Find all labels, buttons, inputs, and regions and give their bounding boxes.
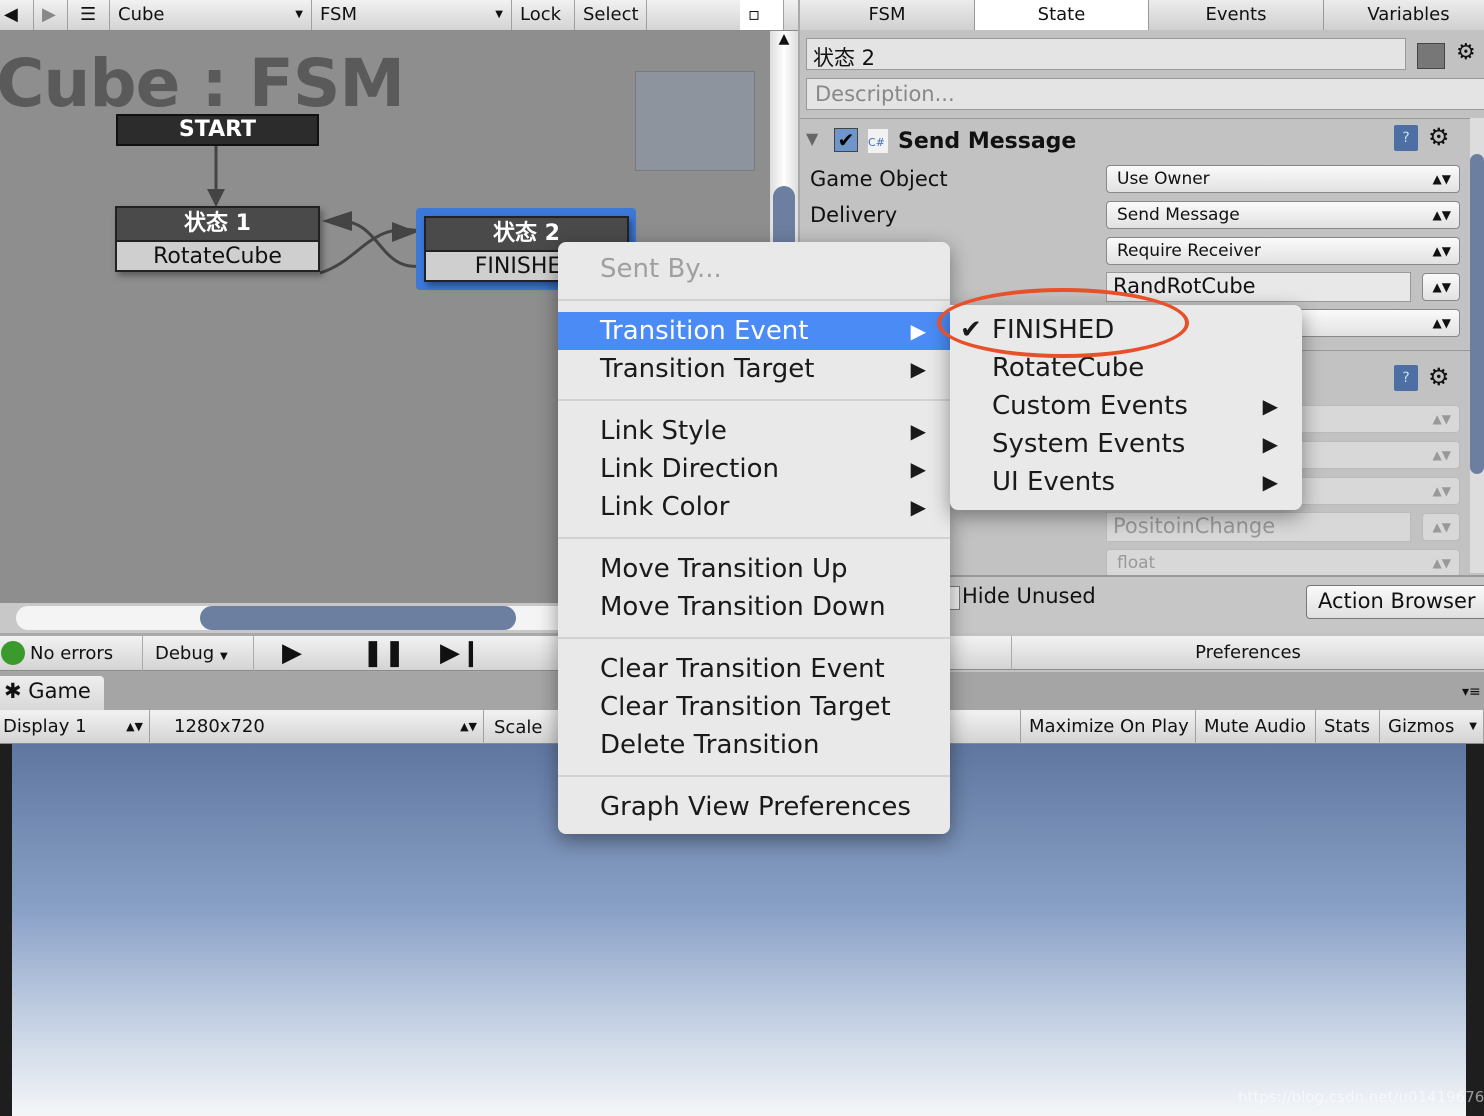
submenu-item-custom-events[interactable]: Custom Events ▶ bbox=[950, 387, 1302, 425]
submenu-item-ui-events[interactable]: UI Events ▶ bbox=[950, 463, 1302, 501]
tab-state[interactable]: State bbox=[975, 0, 1149, 30]
inspector-scrollbar[interactable] bbox=[1470, 118, 1484, 573]
tab-events[interactable]: Events bbox=[1149, 0, 1324, 30]
game-icon: ✱ bbox=[4, 679, 22, 703]
debug-dropdown[interactable]: Debug ▼ bbox=[142, 636, 254, 671]
state-color-swatch[interactable] bbox=[1417, 43, 1445, 69]
csharp-script-icon: C# bbox=[868, 129, 888, 153]
state-name-field[interactable]: 状态 2 bbox=[806, 38, 1406, 70]
fsm-select[interactable]: FSM ▼ bbox=[312, 0, 512, 30]
menu-item-transition-target[interactable]: Transition Target ▶ bbox=[558, 350, 950, 388]
help-book-icon[interactable]: ? bbox=[1394, 125, 1418, 151]
forward-button[interactable]: ▶ bbox=[34, 0, 68, 30]
settings-gear-icon[interactable]: ⚙ bbox=[1456, 40, 1476, 65]
menu-item-link-color[interactable]: Link Color ▶ bbox=[558, 488, 950, 526]
scale-label: Scale bbox=[494, 717, 543, 738]
pause-button[interactable]: ❚❚ bbox=[362, 638, 406, 668]
action-settings-gear-icon[interactable]: ⚙ bbox=[1428, 363, 1450, 391]
method-name-dropdown[interactable]: ▲▼ bbox=[1422, 273, 1460, 301]
fsm-toolbar: ◀ ▶ ☰ Cube ▼ FSM ▼ Lock Select ▫ bbox=[0, 0, 798, 31]
context-menu: Sent By... Transition Event ▶ Transition … bbox=[558, 242, 950, 834]
gizmos-dropdown[interactable]: Gizmos ▼ bbox=[1380, 710, 1484, 744]
panel-menu-icon[interactable]: ▾≡ bbox=[1462, 684, 1481, 700]
mute-audio-button[interactable]: Mute Audio bbox=[1196, 710, 1316, 744]
stats-button[interactable]: Stats bbox=[1316, 710, 1380, 744]
status-text: No errors bbox=[30, 643, 114, 664]
submenu-item-system-events[interactable]: System Events ▶ bbox=[950, 425, 1302, 463]
display-dropdown[interactable]: Display 1 ▲▼ bbox=[0, 710, 150, 744]
object-select[interactable]: Cube ▼ bbox=[110, 0, 312, 30]
menu-item-move-transition-down[interactable]: Move Transition Down bbox=[558, 588, 950, 626]
play-button[interactable]: ▶ bbox=[282, 638, 302, 668]
status-indicator-icon bbox=[1, 641, 25, 665]
maximize-on-play-button[interactable]: Maximize On Play bbox=[1020, 710, 1196, 744]
watermark: https://blog.csdn.net/u014196765 bbox=[1238, 1088, 1484, 1106]
action-title: Send Message bbox=[898, 129, 1077, 154]
submenu-item-rotatecube[interactable]: RotateCube bbox=[950, 349, 1302, 387]
options-dropdown[interactable]: Require Receiver ▲▼ bbox=[1106, 237, 1460, 265]
preferences-button[interactable]: Preferences bbox=[1011, 636, 1484, 670]
menu-item-link-direction[interactable]: Link Direction ▶ bbox=[558, 450, 950, 488]
menu-icon[interactable]: ☰ bbox=[68, 0, 110, 30]
param-name-dropdown[interactable]: ▲▼ bbox=[1422, 513, 1460, 541]
game-object-dropdown[interactable]: Use Owner ▲▼ bbox=[1106, 165, 1460, 193]
enabled-checkbox[interactable]: ✔ bbox=[834, 128, 858, 152]
menu-item-move-transition-up[interactable]: Move Transition Up bbox=[558, 550, 950, 588]
hide-unused-label: Hide Unused bbox=[962, 584, 1096, 608]
step-button[interactable]: ▶❙ bbox=[440, 638, 482, 668]
action-browser-button[interactable]: Action Browser bbox=[1306, 585, 1484, 619]
action-settings-gear-icon[interactable]: ⚙ bbox=[1428, 123, 1450, 151]
highlight-ellipse bbox=[937, 288, 1189, 358]
delivery-label: Delivery bbox=[810, 203, 898, 227]
action-header[interactable]: ▼ ✔ C# Send Message ? ⚙ bbox=[800, 118, 1470, 162]
hide-unused-checkbox[interactable] bbox=[950, 586, 960, 610]
back-button[interactable]: ◀ bbox=[0, 0, 34, 30]
menu-item-graph-view-preferences[interactable]: Graph View Preferences bbox=[558, 788, 950, 826]
state-node-1[interactable]: 状态 1 RotateCube bbox=[115, 206, 320, 272]
param-type-dropdown[interactable]: float ▲▼ bbox=[1106, 549, 1460, 577]
menu-item-transition-event[interactable]: Transition Event ▶ bbox=[558, 312, 950, 350]
collapse-triangle-icon[interactable]: ▼ bbox=[806, 129, 818, 148]
lock-button[interactable]: Lock bbox=[512, 0, 575, 30]
menu-item-sent-by: Sent By... bbox=[600, 254, 722, 284]
help-book-icon[interactable]: ? bbox=[1394, 365, 1418, 391]
game-object-label: Game Object bbox=[810, 167, 948, 191]
select-button[interactable]: Select bbox=[575, 0, 647, 30]
tab-variables[interactable]: Variables bbox=[1324, 0, 1484, 30]
tab-fsm[interactable]: FSM bbox=[800, 0, 975, 30]
param-name-field[interactable]: PositoinChange bbox=[1106, 512, 1411, 542]
resolution-dropdown[interactable]: 1280x720 ▲▼ bbox=[162, 710, 484, 744]
delivery-dropdown[interactable]: Send Message ▲▼ bbox=[1106, 201, 1460, 229]
menu-item-clear-transition-event[interactable]: Clear Transition Event bbox=[558, 650, 950, 688]
menu-item-clear-transition-target[interactable]: Clear Transition Target bbox=[558, 688, 950, 726]
description-field[interactable]: Description... bbox=[806, 78, 1484, 110]
menu-item-link-style[interactable]: Link Style ▶ bbox=[558, 412, 950, 450]
menu-item-delete-transition[interactable]: Delete Transition bbox=[558, 726, 950, 764]
tab-game[interactable]: ✱ Game bbox=[0, 676, 104, 710]
minimap-toggle-icon[interactable]: ▫ bbox=[740, 0, 784, 30]
